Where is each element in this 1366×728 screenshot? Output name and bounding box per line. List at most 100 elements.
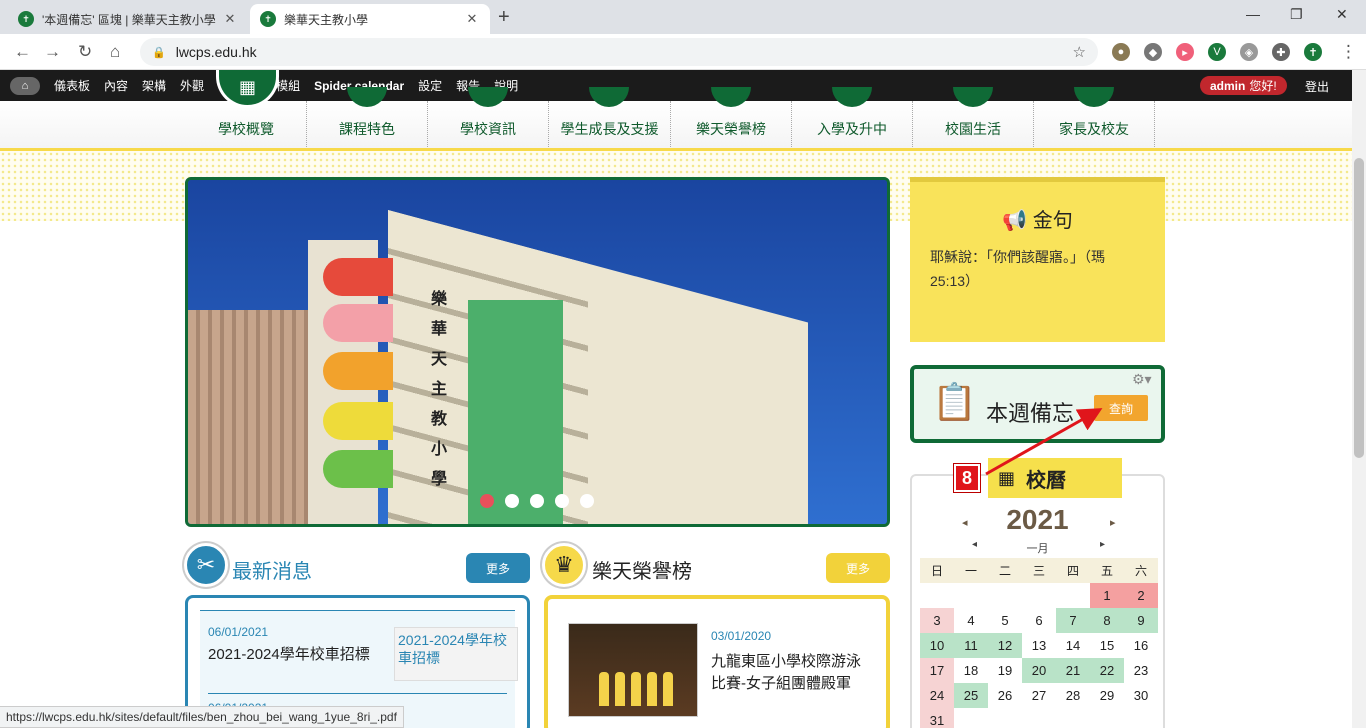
admin-item-modules[interactable]: 模組 [276, 77, 300, 94]
calendar-day[interactable]: 7 [1056, 608, 1090, 633]
window-close-icon[interactable]: ✕ [1336, 6, 1348, 23]
calendar-day[interactable]: 19 [988, 658, 1022, 683]
admin-item-structure[interactable]: 架構 [142, 77, 166, 94]
calendar-day[interactable]: 20 [1022, 658, 1056, 683]
honor-title: 樂天榮譽榜 [592, 561, 692, 583]
calendar-day[interactable]: 22 [1090, 658, 1124, 683]
slider-ring [323, 450, 393, 488]
calendar-day[interactable]: 9 [1124, 608, 1158, 633]
browser-tab-inactive[interactable]: ✝ '本週備忘' 區塊 | 樂華天主教小學 ✕ [8, 4, 248, 34]
admin-item-content[interactable]: 內容 [104, 77, 128, 94]
reload-icon[interactable]: ↻ [78, 42, 92, 62]
extension-arrow-icon[interactable]: ▸ [1176, 43, 1194, 61]
nav-item-honor[interactable]: 樂天榮譽榜 [671, 87, 792, 147]
calendar-day[interactable]: 28 [1056, 683, 1090, 708]
admin-item-settings[interactable]: 設定 [418, 77, 442, 94]
close-icon[interactable]: ✕ [222, 11, 238, 27]
restore-icon[interactable]: ❐ [1290, 6, 1303, 23]
puzzle-icon[interactable]: ✚ [1272, 43, 1290, 61]
tab-title: 樂華天主教小學 [284, 12, 369, 27]
extension-icon[interactable]: ● [1112, 43, 1130, 61]
calendar-day[interactable]: 12 [988, 633, 1022, 658]
calendar-day[interactable]: 26 [988, 683, 1022, 708]
scrollbar-thumb[interactable] [1354, 158, 1364, 458]
calendar-day[interactable]: 18 [954, 658, 988, 683]
gear-icon[interactable]: ⚙▾ [1132, 371, 1152, 388]
calendar-day[interactable]: 15 [1090, 633, 1124, 658]
nav-item-info[interactable]: 學校資訊 [428, 87, 549, 147]
news-more-button[interactable]: 更多 [466, 553, 530, 583]
calendar-day[interactable]: 1 [1090, 583, 1124, 608]
slider-dot[interactable] [580, 494, 594, 508]
admin-user-badge[interactable]: admin 您好! [1200, 76, 1287, 95]
calendar-weekday: 二 [988, 558, 1022, 583]
memo-query-button[interactable]: 查詢 [1094, 395, 1148, 421]
calendar-day[interactable]: 8 [1090, 608, 1124, 633]
calendar-day[interactable]: 2 [1124, 583, 1158, 608]
slider-dot[interactable] [555, 494, 569, 508]
site-nav: 學校概覽 課程特色 學校資訊 學生成長及支援 樂天榮譽榜 入學及升中 校園生活 … [0, 87, 1352, 151]
admin-item-appearance[interactable]: 外觀 [180, 77, 204, 94]
nav-item-admission[interactable]: 入學及升中 [792, 87, 913, 147]
calendar-day[interactable]: 25 [954, 683, 988, 708]
forward-icon[interactable]: → [44, 42, 61, 62]
nav-item-parents[interactable]: 家長及校友 [1034, 87, 1155, 147]
browser-toolbar: ← → ↻ ⌂ 🔒 lwcps.edu.hk ☆ ● ◆ ▸ V ◈ ✚ ✝ ⋮ [0, 34, 1366, 70]
page-scrollbar[interactable] [1352, 70, 1366, 728]
extension-mask-icon[interactable]: ◈ [1240, 43, 1258, 61]
new-tab-icon[interactable]: + [498, 6, 510, 29]
calendar-empty [1056, 583, 1090, 608]
calendar-day[interactable]: 16 [1124, 633, 1158, 658]
slider-dot[interactable] [480, 494, 494, 508]
shield-icon[interactable]: ◆ [1144, 43, 1162, 61]
calendar-day[interactable]: 13 [1022, 633, 1056, 658]
calendar-day[interactable]: 10 [920, 633, 954, 658]
calendar-day[interactable]: 27 [1022, 683, 1056, 708]
admin-item-dashboard[interactable]: 儀表板 [54, 77, 90, 94]
profile-icon[interactable]: ✝ [1304, 43, 1322, 61]
browser-tab-active[interactable]: ✝ 樂華天主教小學 ✕ [250, 4, 490, 34]
menu-dots-icon[interactable]: ⋮ [1340, 42, 1357, 62]
home-icon[interactable]: ⌂ [110, 42, 120, 62]
broken-image[interactable]: 2021-2024學年校車招標 [394, 627, 518, 681]
nav-item-curriculum[interactable]: 課程特色 [307, 87, 428, 147]
calendar-day[interactable]: 30 [1124, 683, 1158, 708]
calendar-day[interactable]: 29 [1090, 683, 1124, 708]
close-icon[interactable]: ✕ [464, 11, 480, 27]
slider-dot[interactable] [505, 494, 519, 508]
calendar-day[interactable]: 11 [954, 633, 988, 658]
url-bar[interactable]: 🔒 lwcps.edu.hk ☆ [140, 38, 1098, 66]
slider-dot[interactable] [530, 494, 544, 508]
back-icon[interactable]: ← [14, 42, 31, 62]
nav-item-campus-life[interactable]: 校園生活 [913, 87, 1034, 147]
logout-link[interactable]: 登出 [1305, 78, 1329, 95]
calendar-day[interactable]: 4 [954, 608, 988, 633]
honor-more-button[interactable]: 更多 [826, 553, 890, 583]
minimize-icon[interactable]: — [1246, 6, 1260, 22]
honor-photo[interactable] [568, 623, 698, 717]
image-slider[interactable]: 樂華天主教小學 [185, 177, 890, 527]
calendar-day[interactable]: 6 [1022, 608, 1056, 633]
calendar-title: 校曆 [1026, 469, 1066, 492]
quote-text: 耶穌說：「你們該醒寤。」（瑪 25:13） [930, 249, 1105, 289]
news-divider [208, 693, 507, 694]
calendar-day[interactable]: 24 [920, 683, 954, 708]
calendar-year: 2021 [1006, 504, 1069, 535]
calendar-day[interactable]: 3 [920, 608, 954, 633]
calendar-day[interactable]: 31 [920, 708, 954, 728]
honor-item-title[interactable]: 九龍東區小學校際游泳比賽-女子組團體殿軍 [711, 651, 871, 695]
nav-item-student-support[interactable]: 學生成長及支援 [549, 87, 671, 147]
admin-home-icon[interactable]: ⌂ [10, 76, 40, 95]
calendar-day[interactable]: 5 [988, 608, 1022, 633]
calendar-day[interactable]: 21 [1056, 658, 1090, 683]
next-month-arrow-icon[interactable]: ▸ [1100, 539, 1105, 550]
calendar-day[interactable]: 23 [1124, 658, 1158, 683]
calendar-day[interactable]: 17 [920, 658, 954, 683]
calendar-weekday: 日 [920, 558, 954, 583]
slider-green-panel [468, 300, 563, 524]
calendar-day[interactable]: 14 [1056, 633, 1090, 658]
clipboard-bell-icon: 📋 [932, 381, 977, 422]
next-year-arrow-icon[interactable]: ▸ [1110, 516, 1116, 529]
extension-v-icon[interactable]: V [1208, 43, 1226, 61]
bookmark-star-icon[interactable]: ☆ [1073, 43, 1086, 61]
